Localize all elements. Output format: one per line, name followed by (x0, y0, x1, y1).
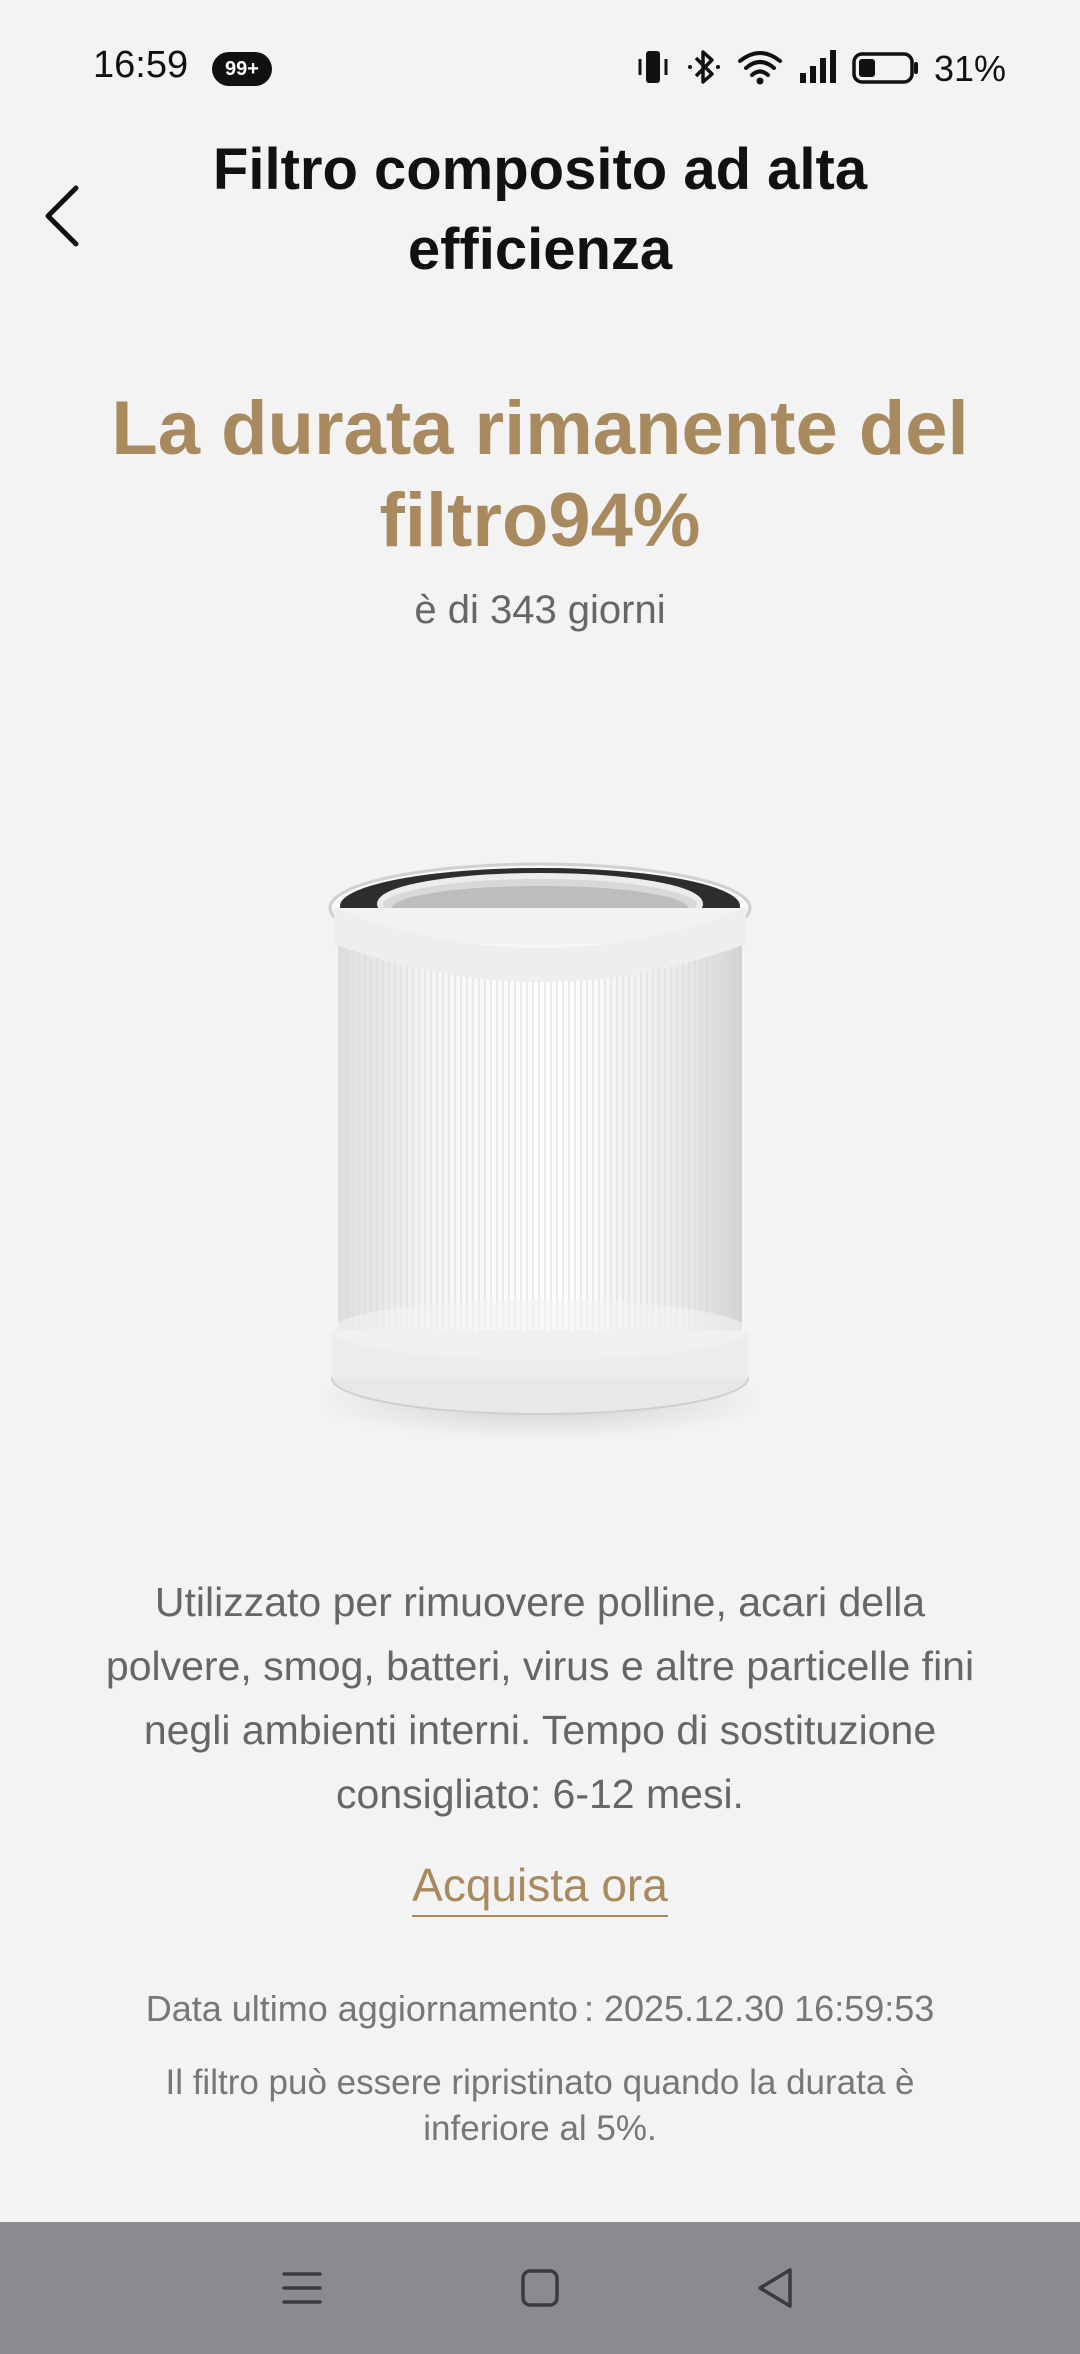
filter-life-title: La durata rimanente del filtro94% (111, 386, 969, 563)
filter-life-days: è di 343 giorni (414, 588, 666, 632)
system-back-button[interactable] (746, 2258, 806, 2318)
vibrate-icon (634, 47, 672, 92)
notification-badge: 99+ (212, 52, 272, 86)
last-update-label: Data ultimo aggiornamento (145, 1988, 578, 2029)
filter-description: Utilizzato per rimuovere polline, acari … (105, 1579, 975, 1817)
back-button[interactable] (36, 170, 96, 250)
battery-icon (852, 47, 920, 92)
wifi-icon (736, 47, 784, 92)
status-time: 16:59 (93, 44, 189, 86)
battery-percent: 31% (933, 48, 1006, 89)
chevron-left-icon (45, 185, 79, 247)
menu-icon (282, 2272, 322, 2304)
screen: 16:59 99+ 31% Filtro composito ad alta e… (0, 0, 1080, 2354)
home-icon (521, 2269, 559, 2307)
reset-note: Il filtro può essere ripristinato quando… (165, 2063, 915, 2148)
last-update-value: 2025.12.30 16:59:53 (603, 1988, 935, 2029)
page-title: Filtro composito ad alta efficienza (212, 137, 868, 282)
navigation-bar (0, 2222, 1080, 2354)
home-button[interactable] (510, 2258, 570, 2318)
filter-image (310, 860, 770, 1460)
last-update-row: Data ultimo aggiornamento:2025.12.30 16:… (0, 1988, 1080, 2030)
bluetooth-icon (686, 47, 722, 92)
status-bar: 16:59 99+ 31% (0, 0, 1080, 135)
header: Filtro composito ad alta efficienza (0, 130, 1080, 282)
menu-button[interactable] (272, 2258, 332, 2318)
buy-now-link[interactable]: Acquista ora (412, 1859, 668, 1917)
buy-link-row: Acquista ora (0, 1858, 1080, 1917)
back-icon (758, 2268, 792, 2308)
last-update-separator: : (583, 1988, 594, 2029)
signal-icon (798, 47, 838, 92)
status-icons: 31% (634, 44, 1006, 94)
